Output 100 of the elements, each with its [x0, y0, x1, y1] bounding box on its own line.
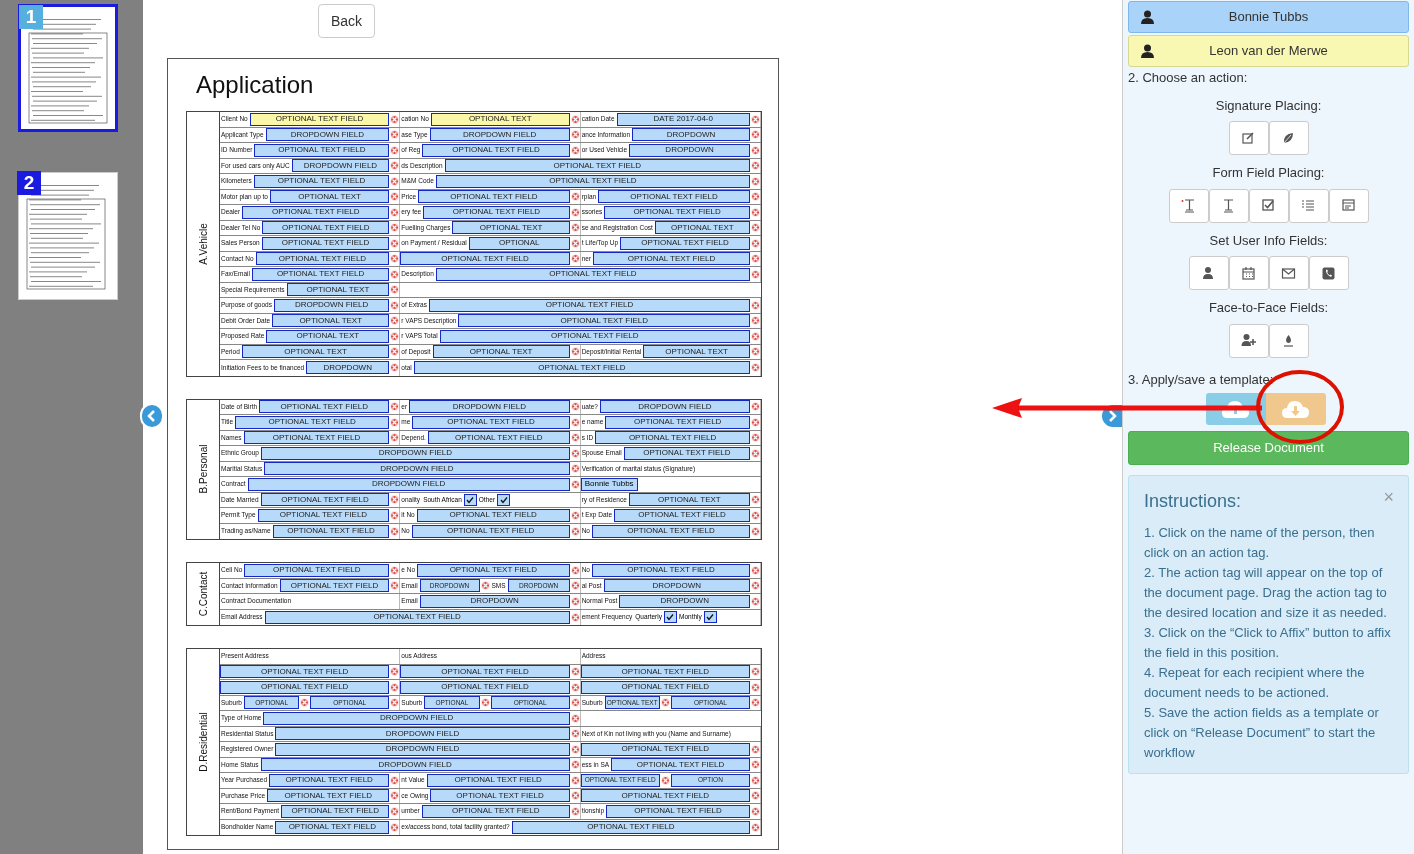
form-field-tag[interactable]: DROPDOWN [632, 128, 750, 142]
form-field-tag[interactable]: DROPDOWN FIELD [409, 400, 570, 414]
form-field-tag[interactable]: OPTIONAL TEXT FIELD [281, 804, 390, 818]
delete-icon[interactable] [751, 596, 760, 606]
delete-icon[interactable] [751, 223, 760, 233]
form-field-tag[interactable]: OPTIONAL TEXT [452, 221, 570, 235]
delete-icon[interactable] [390, 161, 400, 171]
form-field-tag[interactable]: OPTIONAL TEXT FIELD [439, 329, 750, 343]
form-field-tag[interactable]: DROPDOWN FIELD [247, 477, 570, 491]
delete-icon[interactable] [751, 698, 760, 708]
delete-icon[interactable] [390, 565, 400, 575]
tool-button[interactable] [1248, 188, 1289, 223]
form-field-tag[interactable]: OPTIONAL TEXT FIELD [598, 190, 750, 204]
tool-button[interactable] [1308, 256, 1349, 290]
delete-icon[interactable] [390, 207, 400, 217]
form-field-tag[interactable]: DROPDOWN FIELD [275, 742, 570, 756]
checkbox[interactable] [703, 611, 717, 624]
delete-icon[interactable] [751, 238, 760, 248]
delete-icon[interactable] [390, 667, 400, 677]
delete-icon[interactable] [570, 565, 580, 575]
form-field-tag[interactable]: OPTIONAL TEXT FIELD [580, 665, 750, 679]
form-field-tag[interactable]: OPTIONAL TEXT FIELD [400, 252, 570, 266]
delete-icon[interactable] [660, 698, 670, 708]
form-field-tag[interactable]: OPTIONAL TEXT FIELD [606, 804, 750, 818]
delete-icon[interactable] [570, 130, 580, 140]
delete-icon[interactable] [480, 581, 490, 591]
form-field-tag[interactable]: DROPDOWN [419, 594, 570, 608]
form-field-tag[interactable]: OPTIONAL TEXT FIELD [411, 524, 570, 538]
form-field-tag[interactable]: OPTIONAL TEXT FIELD [580, 742, 750, 756]
delete-icon[interactable] [570, 596, 580, 606]
delete-icon[interactable] [390, 285, 400, 295]
delete-icon[interactable] [390, 682, 400, 692]
form-field-tag[interactable]: OPTIONAL TEXT FIELD [511, 820, 750, 834]
delete-icon[interactable] [390, 145, 400, 155]
delete-icon[interactable] [390, 130, 400, 140]
form-field-tag[interactable]: OPTIONAL TEXT FIELD [255, 252, 390, 266]
delete-icon[interactable] [751, 433, 760, 443]
form-field-tag[interactable]: OPTIONAL TEXT FIELD [249, 112, 390, 126]
delete-icon[interactable] [751, 526, 760, 536]
form-field-tag[interactable]: OPTIONAL TEXT FIELD [264, 610, 570, 624]
delete-icon[interactable] [390, 433, 400, 443]
delete-icon[interactable] [570, 145, 580, 155]
form-field-tag[interactable]: OPTIONAL TEXT [654, 221, 750, 235]
delete-icon[interactable] [570, 464, 580, 474]
form-field-tag[interactable]: OPTIONAL TEXT FIELD [429, 298, 750, 312]
form-field-tag[interactable]: OPTIONAL TEXT [241, 345, 390, 359]
form-field-tag[interactable]: OPTIONAL TEXT [270, 190, 390, 204]
delete-icon[interactable] [390, 114, 400, 124]
delete-icon[interactable] [751, 130, 760, 140]
delete-icon[interactable] [390, 254, 400, 264]
delete-icon[interactable] [570, 207, 580, 217]
back-button[interactable]: Back [318, 4, 375, 38]
form-field-tag[interactable]: OPTIONAL TEXT FIELD [591, 524, 750, 538]
form-field-tag[interactable]: DROPDOWN [603, 579, 750, 593]
delete-icon[interactable] [751, 192, 760, 202]
form-field-tag[interactable]: OPTIONAL TEXT FIELD [244, 563, 390, 577]
delete-icon[interactable] [390, 192, 400, 202]
delete-icon[interactable] [751, 331, 760, 341]
form-field-tag[interactable]: DROPDOWN FIELD [265, 128, 390, 142]
delete-icon[interactable] [751, 791, 760, 801]
delete-icon[interactable] [751, 176, 760, 186]
checkbox[interactable] [664, 611, 677, 624]
form-field-tag[interactable]: DROPDOWN [619, 594, 750, 608]
delete-icon[interactable] [570, 581, 580, 591]
delete-icon[interactable] [390, 347, 400, 357]
form-field-tag[interactable]: OPTIONAL TEXT [286, 283, 390, 297]
delete-icon[interactable] [751, 448, 760, 458]
form-field-tag[interactable]: OPTIONAL TEXT FIELD [400, 680, 570, 694]
delete-icon[interactable] [390, 526, 400, 536]
form-field-tag[interactable]: OPTIONAL TEXT FIELD [435, 267, 750, 281]
form-field-tag[interactable]: DROPDOWN [306, 361, 390, 375]
form-field-tag[interactable]: OPTIONAL TEXT FIELD [243, 431, 390, 445]
delete-icon[interactable] [751, 744, 760, 754]
delete-icon[interactable] [751, 161, 760, 171]
delete-icon[interactable] [390, 775, 400, 785]
signature-tag[interactable]: Bonnie Tubbs [580, 477, 638, 491]
delete-icon[interactable] [390, 581, 400, 591]
form-field-tag[interactable]: OPTIONAL TEXT FIELD [272, 524, 390, 538]
delete-icon[interactable] [570, 667, 580, 677]
form-field-tag[interactable]: OPTIONAL TEXT FIELD [242, 205, 390, 219]
form-field-tag[interactable]: DROPDOWN FIELD [260, 758, 570, 772]
delete-icon[interactable] [751, 581, 760, 591]
delete-icon[interactable] [751, 417, 760, 427]
form-field-tag[interactable]: OPTIONAL TEXT FIELD [262, 221, 390, 235]
form-field-tag[interactable]: OPTIONAL TEXT FIELD [267, 789, 390, 803]
delete-icon[interactable] [751, 300, 760, 310]
checkbox[interactable] [463, 493, 477, 506]
form-field-tag[interactable]: OPTIONAL TEXT FIELD [591, 563, 750, 577]
form-field-tag[interactable]: OPTIONAL TEXT FIELD [623, 446, 750, 460]
form-field-tag[interactable]: OPTIONAL TEXT FIELD [259, 400, 390, 414]
delete-icon[interactable] [390, 495, 400, 505]
delete-icon[interactable] [570, 526, 580, 536]
form-field-tag[interactable]: OPTIONAL TEXT FIELD [220, 680, 390, 694]
form-field-tag[interactable]: OPTIONAL TEXT FIELD [413, 361, 750, 375]
form-field-tag[interactable]: DROPDOWN FIELD [275, 727, 570, 741]
delete-icon[interactable] [570, 698, 580, 708]
delete-icon[interactable] [390, 402, 400, 412]
delete-icon[interactable] [751, 495, 760, 505]
delete-icon[interactable] [570, 612, 580, 622]
tool-button[interactable] [1268, 256, 1309, 290]
